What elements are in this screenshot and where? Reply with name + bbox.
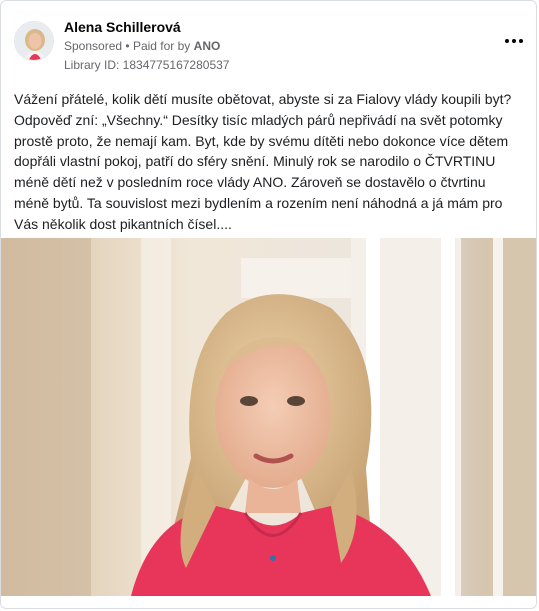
- dot: [512, 39, 516, 43]
- post-meta: Alena Schillerová Sponsored • Paid for b…: [64, 19, 229, 74]
- sponsored-line: Sponsored • Paid for by ANO: [64, 38, 229, 55]
- dot: [505, 39, 509, 43]
- more-options-icon[interactable]: [502, 33, 526, 49]
- dot: [519, 39, 523, 43]
- portrait-photo: [1, 238, 536, 596]
- post-body: Vážení přátelé, kolik dětí musíte obětov…: [14, 91, 512, 232]
- paid-for-by[interactable]: ANO: [194, 39, 221, 53]
- separator-dot: •: [125, 39, 130, 53]
- avatar-photo: [15, 22, 53, 60]
- library-id: Library ID: 1834775167280537: [64, 58, 230, 72]
- paid-for-prefix: Paid for by: [132, 39, 191, 53]
- author-name[interactable]: Alena Schillerová: [64, 19, 229, 36]
- post-header: Alena Schillerová Sponsored • Paid for b…: [14, 19, 526, 74]
- ad-card: Alena Schillerová Sponsored • Paid for b…: [0, 0, 537, 609]
- avatar[interactable]: [14, 21, 54, 61]
- sponsored-label: Sponsored: [64, 39, 123, 53]
- ad-image[interactable]: [1, 238, 536, 596]
